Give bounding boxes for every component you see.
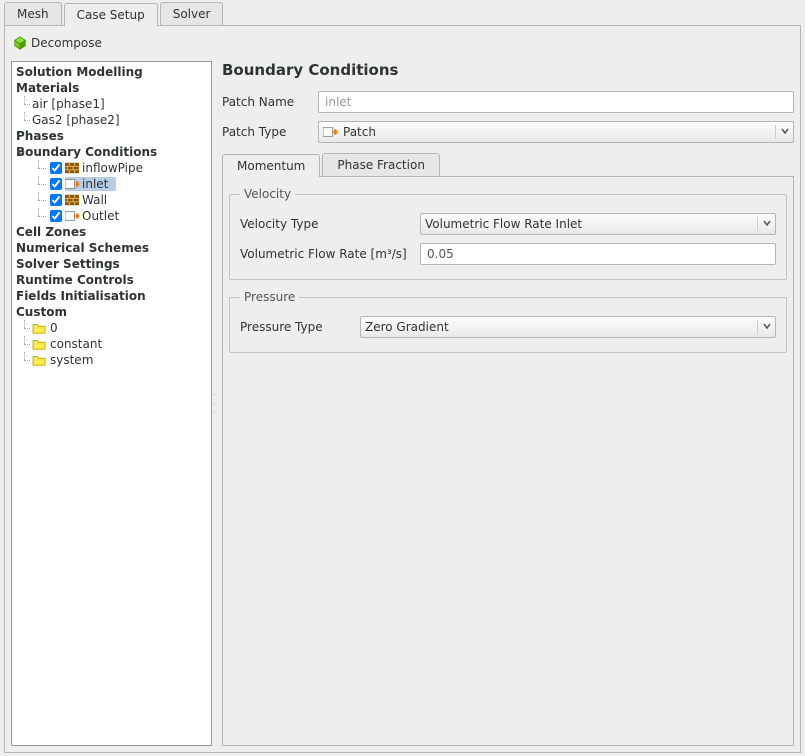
subtabs: Momentum Phase Fraction (222, 153, 794, 176)
tree-materials[interactable]: Materials (14, 80, 209, 96)
wall-icon (65, 193, 79, 207)
panel-title: Boundary Conditions (222, 61, 794, 87)
tree-phases[interactable]: Phases (14, 128, 209, 144)
decompose-icon (13, 36, 27, 50)
decompose-label: Decompose (31, 36, 102, 50)
tree-solver-settings[interactable]: Solver Settings (14, 256, 209, 272)
patch-icon (323, 125, 337, 139)
tree-custom-item[interactable]: system (14, 352, 209, 368)
toolbar: Decompose (11, 32, 794, 61)
pressure-legend: Pressure (240, 290, 299, 304)
tab-case-setup[interactable]: Case Setup (64, 3, 158, 26)
chevron-down-icon (757, 217, 771, 231)
tree-bc-item-inlet[interactable]: inlet (14, 176, 209, 192)
tree-custom[interactable]: Custom (14, 304, 209, 320)
folder-icon (32, 338, 46, 350)
patch-type-label: Patch Type (222, 125, 318, 139)
tab-solver[interactable]: Solver (160, 2, 224, 25)
tree-bc-checkbox[interactable] (50, 210, 62, 222)
pressure-type-label: Pressure Type (240, 320, 360, 334)
tree-boundary-conditions[interactable]: Boundary Conditions (14, 144, 209, 160)
tree-panel[interactable]: Solution Modelling Materials air [phase1… (11, 61, 212, 746)
tree-fields-init[interactable]: Fields Initialisation (14, 288, 209, 304)
tree-material-item[interactable]: Gas2 [phase2] (14, 112, 209, 128)
wall-icon (65, 161, 79, 175)
folder-icon (32, 322, 46, 334)
patch-name-label: Patch Name (222, 95, 318, 109)
decompose-button[interactable]: Decompose (13, 36, 102, 50)
tree-custom-item[interactable]: 0 (14, 320, 209, 336)
subtab-momentum[interactable]: Momentum (222, 154, 320, 177)
velocity-legend: Velocity (240, 187, 295, 201)
tree-material-item[interactable]: air [phase1] (14, 96, 209, 112)
page-frame: Decompose Solution Modelling Materials a… (4, 25, 801, 753)
main-tabs: Mesh Case Setup Solver (0, 0, 805, 25)
subtab-phase-fraction[interactable]: Phase Fraction (322, 153, 440, 176)
tree-runtime-controls[interactable]: Runtime Controls (14, 272, 209, 288)
velocity-type-combo[interactable]: Volumetric Flow Rate Inlet (420, 213, 776, 235)
patch-icon (65, 177, 79, 191)
tree-bc-checkbox[interactable] (50, 194, 62, 206)
right-panel: Boundary Conditions Patch Name Patch Typ… (218, 61, 794, 746)
volumetric-flow-rate-label: Volumetric Flow Rate [m³/s] (240, 247, 420, 261)
tree-bc-checkbox[interactable] (50, 178, 62, 190)
tree-bc-item-wall[interactable]: Wall (14, 192, 209, 208)
tree-bc-checkbox[interactable] (50, 162, 62, 174)
pressure-group: Pressure Pressure Type Zero Gradient (229, 290, 787, 353)
tree-solution-modelling[interactable]: Solution Modelling (14, 64, 209, 80)
subtab-content: Velocity Velocity Type Volumetric Flow R… (222, 176, 794, 746)
patch-name-input[interactable] (318, 91, 794, 113)
chevron-down-icon (757, 320, 771, 334)
tree-custom-item[interactable]: constant (14, 336, 209, 352)
tab-mesh[interactable]: Mesh (4, 2, 62, 25)
volumetric-flow-rate-input[interactable] (420, 243, 776, 265)
tree-bc-item-outlet[interactable]: Outlet (14, 208, 209, 224)
tree-expander-icon[interactable] (16, 148, 26, 158)
patch-type-combo[interactable]: Patch (318, 121, 794, 143)
chevron-down-icon (775, 125, 789, 139)
velocity-group: Velocity Velocity Type Volumetric Flow R… (229, 187, 787, 280)
pressure-type-combo[interactable]: Zero Gradient (360, 316, 776, 338)
velocity-type-label: Velocity Type (240, 217, 420, 231)
patch-icon (65, 209, 79, 223)
folder-icon (32, 354, 46, 366)
tree-cell-zones[interactable]: Cell Zones (14, 224, 209, 240)
splitter[interactable] (212, 61, 218, 746)
tree-numerical-schemes[interactable]: Numerical Schemes (14, 240, 209, 256)
tree-bc-item-inflowpipe[interactable]: inflowPipe (14, 160, 209, 176)
